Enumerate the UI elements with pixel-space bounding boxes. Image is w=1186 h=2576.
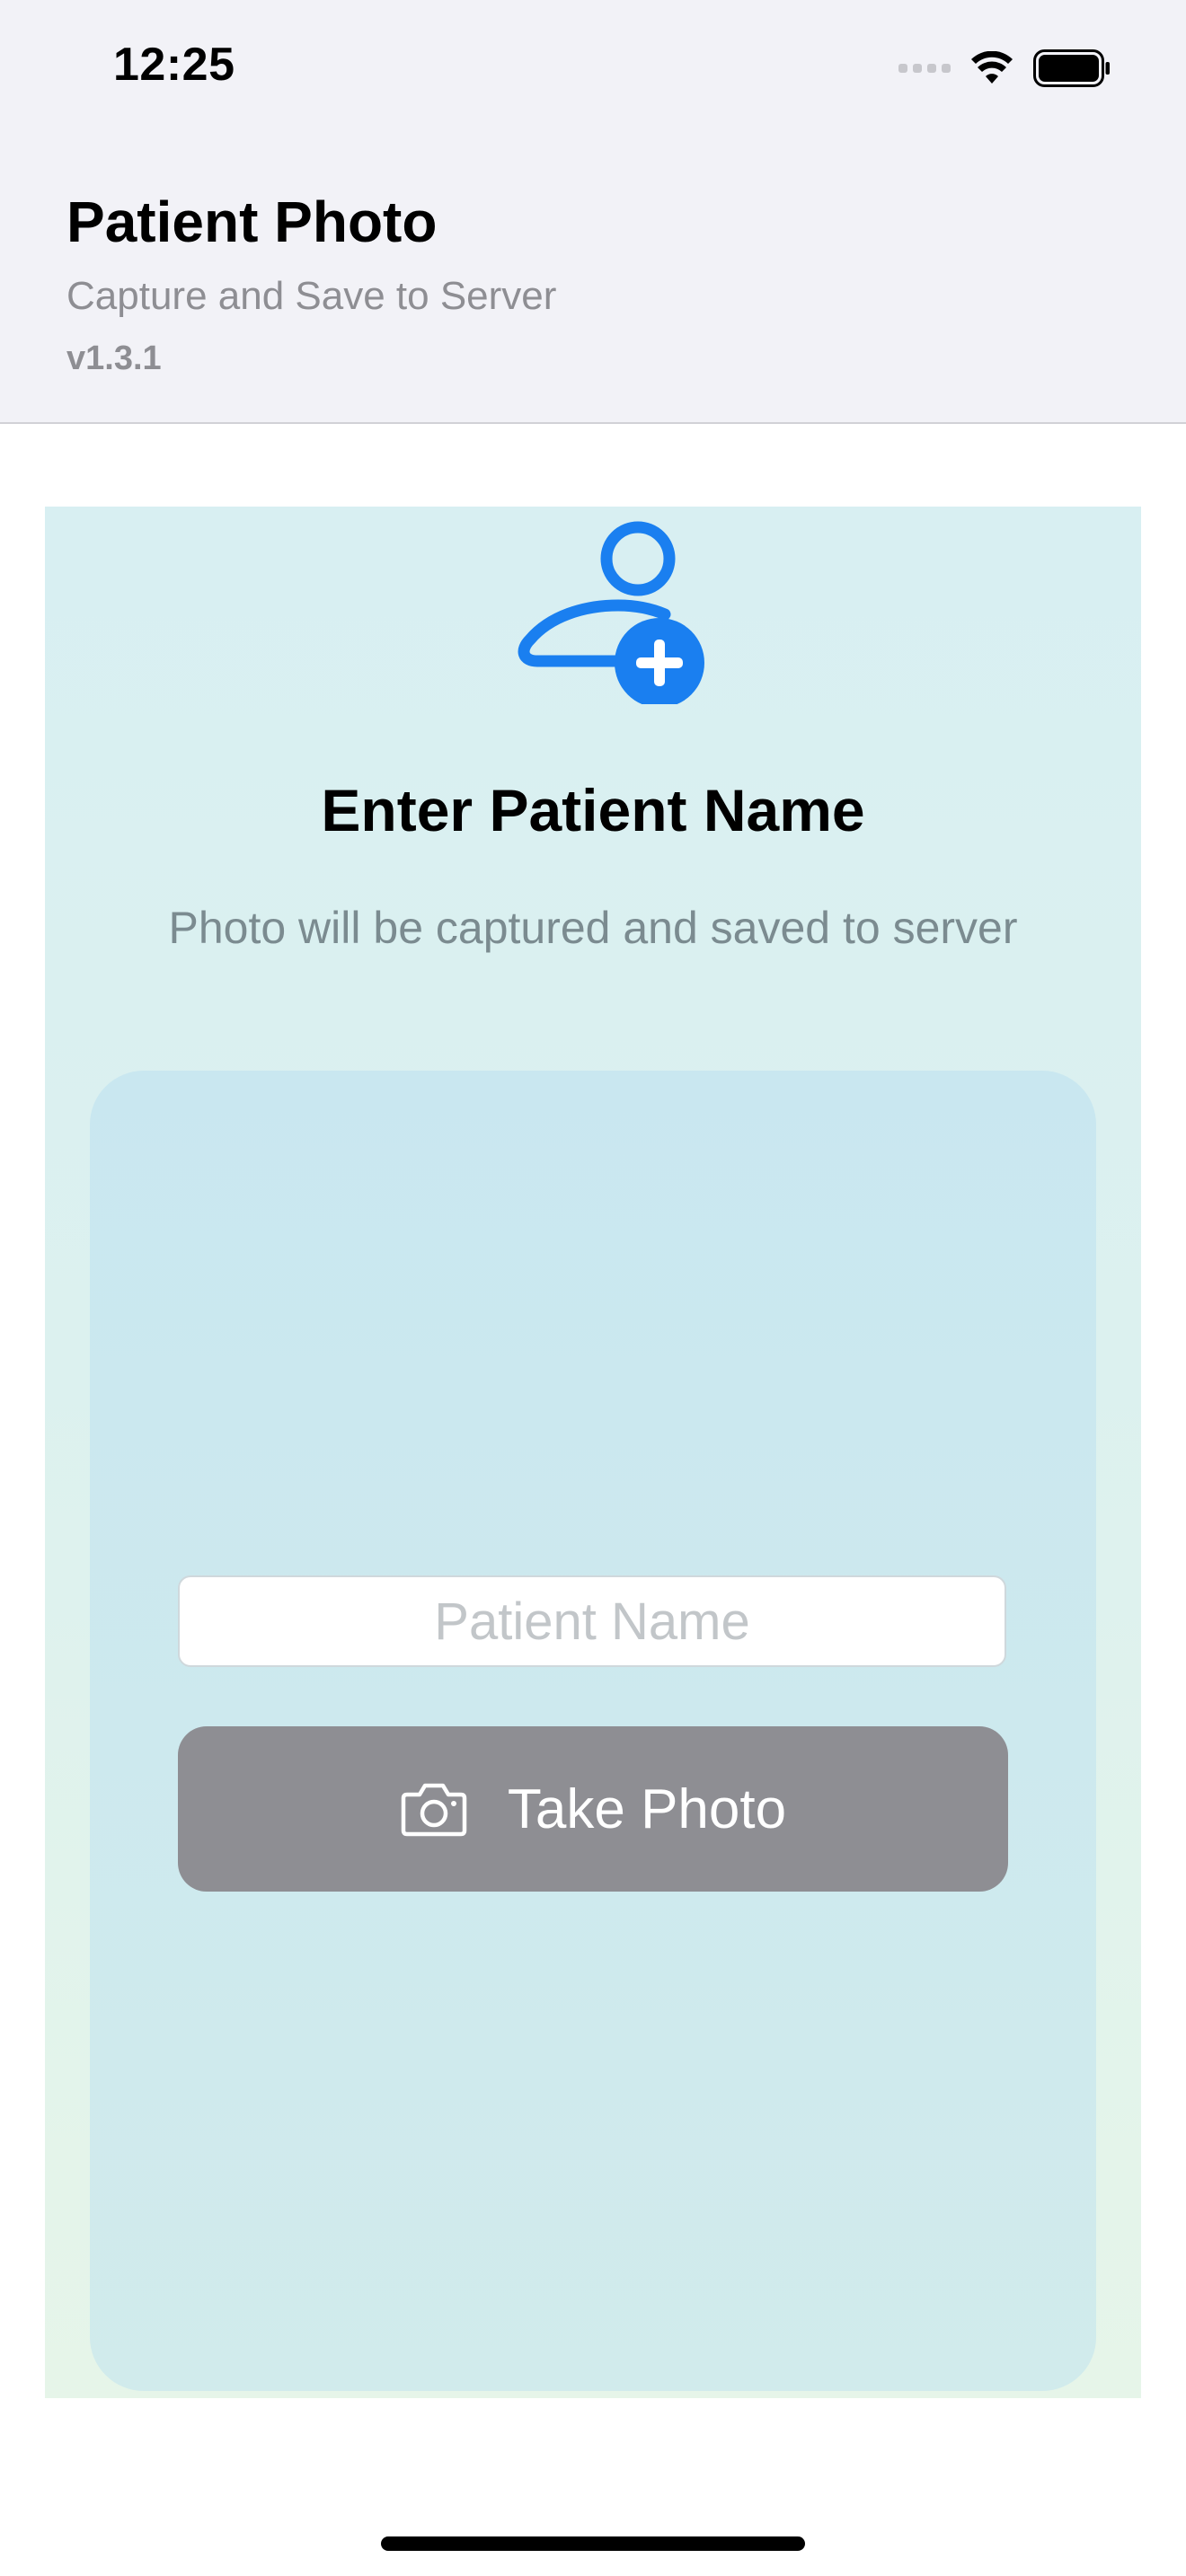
form-heading: Enter Patient Name [321,777,865,843]
take-photo-label: Take Photo [507,1778,787,1840]
home-indicator[interactable] [381,2536,805,2551]
status-icons [898,45,1111,92]
form-card: Take Photo [90,1071,1096,2391]
take-photo-button[interactable]: Take Photo [178,1726,1008,1892]
app-screen: 12:25 Patient Photo Capture and Save to … [0,0,1186,2576]
battery-icon [1033,49,1110,87]
header: 12:25 Patient Photo Capture and Save to … [0,0,1186,424]
page-subtitle: Capture and Save to Server [66,274,557,318]
form-description: Photo will be captured and saved to serv… [168,903,1018,953]
patient-entry-panel: Enter Patient Name Photo will be capture… [45,507,1141,2398]
patient-name-input[interactable] [178,1575,1006,1667]
version-label: v1.3.1 [66,340,162,377]
wifi-icon [971,51,1013,84]
page-title: Patient Photo [66,190,438,254]
camera-icon [401,1783,467,1837]
signal-icon [898,64,951,73]
person-add-icon [518,521,704,704]
status-time: 12:25 [113,39,235,91]
